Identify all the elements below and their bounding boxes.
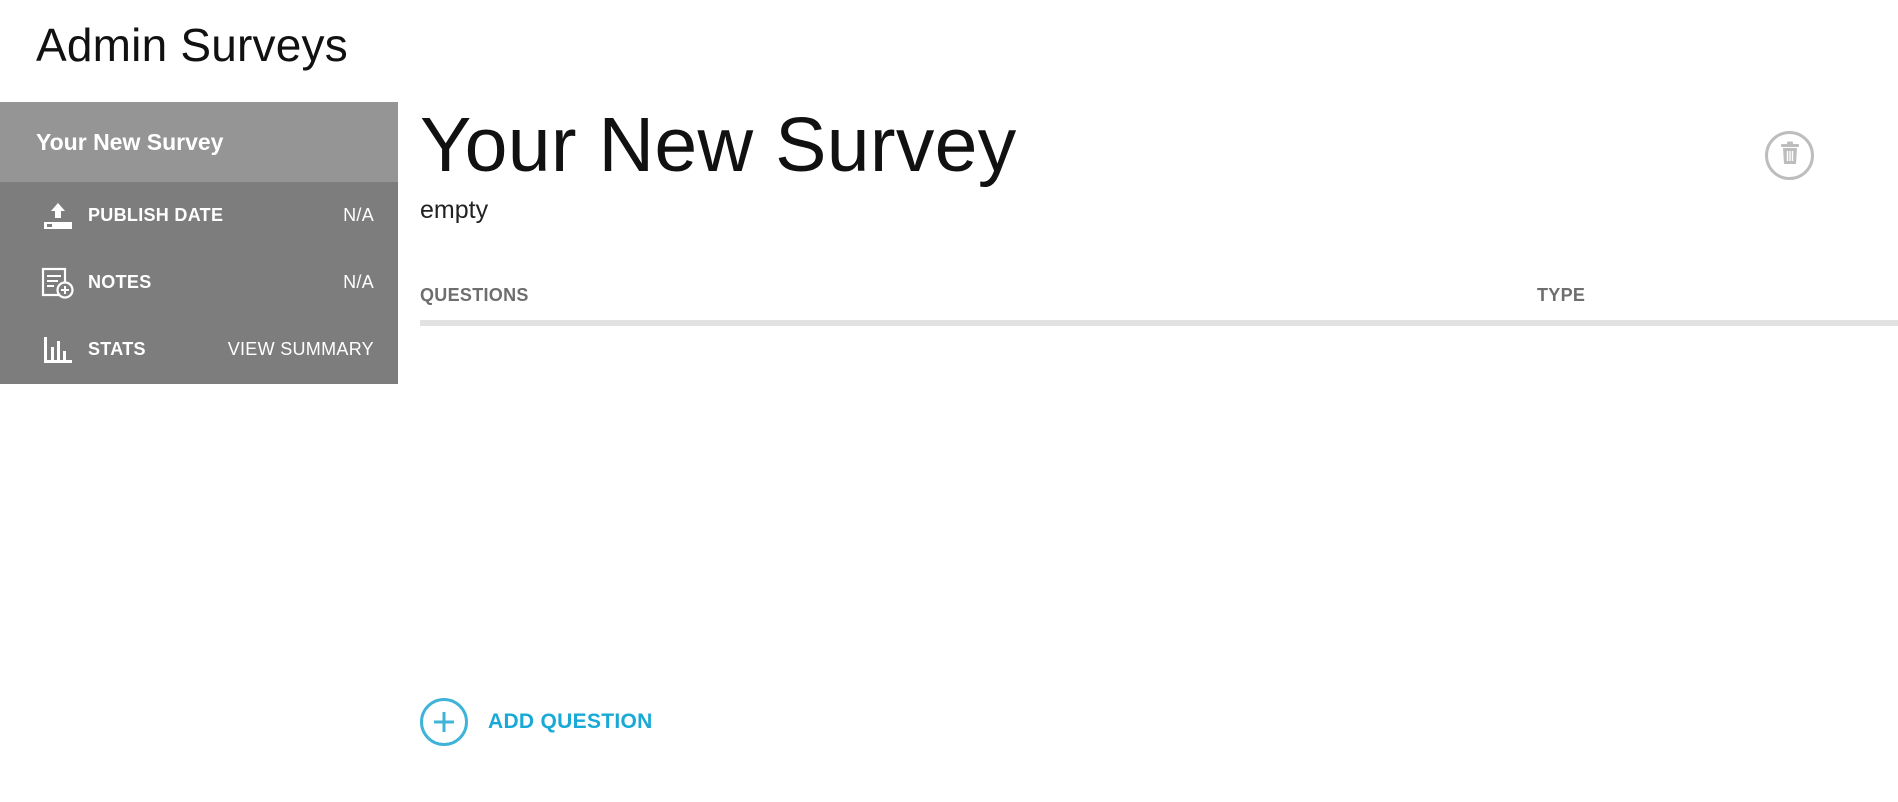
sidebar-item-label: NOTES [88,272,152,292]
sidebar-item-label: PUBLISH DATE [88,205,224,225]
notes-add-icon [40,265,76,301]
survey-title: Your New Survey [420,102,1017,188]
questions-table-header: QUESTIONS TYPE [420,285,1898,310]
upload-icon [40,198,76,234]
sidebar-survey-title[interactable]: Your New Survey [0,102,398,182]
trash-icon [1780,141,1800,170]
delete-survey-button[interactable] [1765,131,1814,180]
survey-status: empty [420,196,489,224]
sidebar-item-notes[interactable]: NOTES N/A [0,249,398,316]
sidebar: Your New Survey PUBLISH DATE N/A NOTES N… [0,102,398,384]
sidebar-item-stats[interactable]: STATS VIEW SUMMARY [0,316,398,383]
table-divider [420,320,1898,326]
add-question-label: ADD QUESTION [488,710,653,733]
sidebar-item-label: STATS [88,339,146,359]
publish-date-value: N/A [343,205,374,225]
sidebar-item-publish-date[interactable]: PUBLISH DATE N/A [0,182,398,249]
notes-value: N/A [343,272,374,292]
column-header-questions[interactable]: QUESTIONS [420,285,529,306]
bar-chart-icon [40,332,76,368]
add-question-button[interactable]: ADD QUESTION [420,698,653,746]
view-summary-link[interactable]: VIEW SUMMARY [228,339,374,360]
plus-circle-icon [420,698,468,746]
page-title: Admin Surveys [36,19,348,71]
survey-detail: Your New Survey empty QUESTIONS TYPE ADD… [420,102,1898,746]
column-header-type[interactable]: TYPE [1537,285,1585,306]
